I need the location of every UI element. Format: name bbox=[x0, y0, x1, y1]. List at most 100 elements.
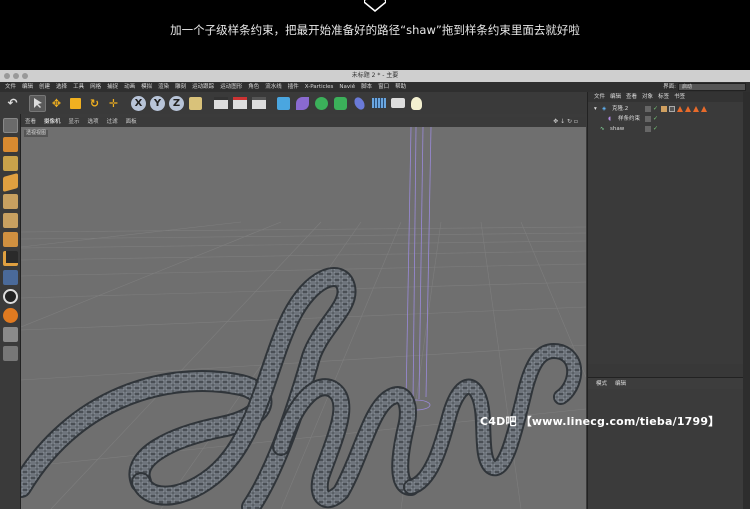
enabled-check-icon[interactable]: ✓ bbox=[653, 106, 659, 112]
scale-tool-button[interactable] bbox=[67, 95, 84, 112]
menu-help[interactable]: 帮助 bbox=[392, 82, 409, 92]
menu-mograph[interactable]: 运动图形 bbox=[217, 82, 245, 92]
planar-workplane-icon[interactable] bbox=[3, 327, 18, 342]
enabled-check-icon[interactable]: ✓ bbox=[653, 116, 659, 122]
menu-mesh[interactable]: 网格 bbox=[87, 82, 104, 92]
viewport-tab-cameras[interactable]: 摄像机 bbox=[40, 117, 65, 127]
object-row-spline-wrap[interactable]: ◖ 样条约束 ✓ bbox=[588, 114, 750, 124]
floor-button[interactable] bbox=[370, 95, 387, 112]
axis-x-button[interactable]: X bbox=[130, 95, 147, 112]
points-mode-icon[interactable] bbox=[3, 194, 18, 209]
quantize-icon[interactable] bbox=[3, 346, 18, 361]
axis-mode-icon[interactable] bbox=[3, 251, 18, 266]
move-tool-button[interactable]: ✥ bbox=[48, 95, 65, 112]
menu-plugins[interactable]: 插件 bbox=[285, 82, 302, 92]
workplane-icon[interactable] bbox=[3, 172, 18, 193]
camera-button[interactable] bbox=[389, 95, 406, 112]
visibility-flag-icon[interactable] bbox=[645, 126, 651, 132]
tutorial-caption: 加一个子级样条约束，把最开始准备好的路径“shaw”拖到样条约束里面去就好啦 bbox=[170, 23, 580, 37]
subdivision-button[interactable] bbox=[313, 95, 330, 112]
rotate-tool-button[interactable]: ↻ bbox=[86, 95, 103, 112]
scale-icon bbox=[70, 97, 81, 109]
cube-button[interactable] bbox=[275, 95, 292, 112]
menu-character[interactable]: 角色 bbox=[245, 82, 262, 92]
pen-spline-button[interactable] bbox=[294, 95, 311, 112]
object-row-shaw[interactable]: ∿ shaw ✓ bbox=[588, 124, 750, 134]
material-tag-icon[interactable] bbox=[693, 106, 699, 112]
viewport-label: 透视视图 bbox=[24, 130, 49, 137]
last-tool-button[interactable]: ✛ bbox=[105, 95, 122, 112]
om-menu-objects[interactable]: 对象 bbox=[642, 92, 653, 102]
visibility-flag-icon[interactable] bbox=[645, 116, 651, 122]
snapping-icon[interactable] bbox=[3, 289, 18, 304]
tag-checker-icon[interactable] bbox=[669, 106, 675, 112]
om-menu-tags[interactable]: 标签 bbox=[658, 92, 669, 102]
subdivision-icon bbox=[315, 96, 328, 110]
spline-object-icon: ∿ bbox=[600, 126, 605, 132]
menu-tools[interactable]: 工具 bbox=[70, 82, 87, 92]
menu-edit[interactable]: 编辑 bbox=[19, 82, 36, 92]
model-mode-icon[interactable] bbox=[3, 137, 18, 152]
menu-motion-tracking[interactable]: 运动跟踪 bbox=[189, 82, 217, 92]
render-picture-viewer-button[interactable] bbox=[231, 95, 248, 112]
layout-dropdown[interactable]: 启动 bbox=[678, 83, 746, 91]
attribute-manager-menu: 模式 编辑 bbox=[588, 377, 750, 389]
texture-mode-icon[interactable] bbox=[3, 156, 18, 171]
edges-mode-icon[interactable] bbox=[3, 213, 18, 228]
viewport-tab-panel[interactable]: 面板 bbox=[122, 117, 141, 127]
viewport-navigation-controls[interactable]: ✥ ↓ ↻ ▫ bbox=[549, 117, 582, 127]
menu-navie[interactable]: Naviě bbox=[336, 82, 358, 92]
menu-select[interactable]: 选择 bbox=[53, 82, 70, 92]
close-window-button[interactable] bbox=[4, 73, 10, 79]
viewport-tab-filter[interactable]: 过滤 bbox=[103, 117, 122, 127]
tweak-mode-icon[interactable] bbox=[3, 270, 18, 285]
am-menu-edit[interactable]: 编辑 bbox=[615, 378, 626, 389]
undo-button[interactable]: ↶ bbox=[4, 95, 21, 112]
minimize-window-button[interactable] bbox=[13, 73, 19, 79]
render-view-button[interactable] bbox=[212, 95, 229, 112]
visibility-flag-icon[interactable] bbox=[645, 106, 651, 112]
lock-workplane-icon[interactable] bbox=[3, 308, 18, 323]
object-flags: ✓ bbox=[645, 126, 659, 132]
om-menu-edit[interactable]: 编辑 bbox=[610, 92, 621, 102]
axis-y-button[interactable]: Y bbox=[149, 95, 166, 112]
menu-window[interactable]: 窗口 bbox=[375, 82, 392, 92]
menu-animate[interactable]: 动画 bbox=[121, 82, 138, 92]
polygons-mode-icon[interactable] bbox=[3, 232, 18, 247]
menu-pipeline[interactable]: 流水线 bbox=[262, 82, 285, 92]
viewport-menu: 查看 摄像机 显示 选项 过滤 面板 ✥ ↓ ↻ ▫ bbox=[21, 117, 586, 127]
menu-create[interactable]: 创建 bbox=[36, 82, 53, 92]
material-tag-icon[interactable] bbox=[685, 106, 691, 112]
viewport-tab-options[interactable]: 选项 bbox=[84, 117, 103, 127]
om-menu-view[interactable]: 查看 bbox=[626, 92, 637, 102]
watermark-text: C4D吧 【www.linecg.com/tieba/1799】 bbox=[480, 415, 720, 428]
viewport-tab-display[interactable]: 显示 bbox=[65, 117, 84, 127]
viewport-tab-view[interactable]: 查看 bbox=[21, 117, 40, 127]
maximize-window-button[interactable] bbox=[22, 73, 28, 79]
axis-z-button[interactable]: Z bbox=[168, 95, 185, 112]
light-button[interactable] bbox=[408, 95, 425, 112]
make-editable-icon[interactable] bbox=[3, 118, 18, 133]
light-bulb-icon bbox=[411, 96, 422, 110]
cloner-button[interactable] bbox=[332, 95, 349, 112]
menu-render[interactable]: 渲染 bbox=[155, 82, 172, 92]
menu-simulate[interactable]: 模拟 bbox=[138, 82, 155, 92]
material-tag-icon[interactable] bbox=[677, 106, 683, 112]
menu-xparticles[interactable]: X-Particles bbox=[302, 82, 337, 92]
menu-snap[interactable]: 捕捉 bbox=[104, 82, 121, 92]
perspective-viewport[interactable]: 透视视图 bbox=[21, 127, 586, 509]
object-row-cloner[interactable]: ▾ ◈ 克隆.2 ✓ bbox=[588, 104, 750, 114]
menu-sculpt[interactable]: 雕刻 bbox=[172, 82, 189, 92]
om-menu-bookmarks[interactable]: 书签 bbox=[674, 92, 685, 102]
menu-file[interactable]: 文件 bbox=[2, 82, 19, 92]
coordinate-system-button[interactable] bbox=[187, 95, 204, 112]
deformer-button[interactable] bbox=[351, 95, 368, 112]
live-selection-button[interactable] bbox=[29, 94, 46, 112]
material-tag-icon[interactable] bbox=[701, 106, 707, 112]
enabled-check-icon[interactable]: ✓ bbox=[653, 126, 659, 132]
menu-script[interactable]: 脚本 bbox=[358, 82, 375, 92]
tag-icon[interactable] bbox=[661, 106, 667, 112]
am-menu-mode[interactable]: 模式 bbox=[596, 378, 607, 389]
render-settings-button[interactable] bbox=[250, 95, 267, 112]
om-menu-file[interactable]: 文件 bbox=[594, 92, 605, 102]
